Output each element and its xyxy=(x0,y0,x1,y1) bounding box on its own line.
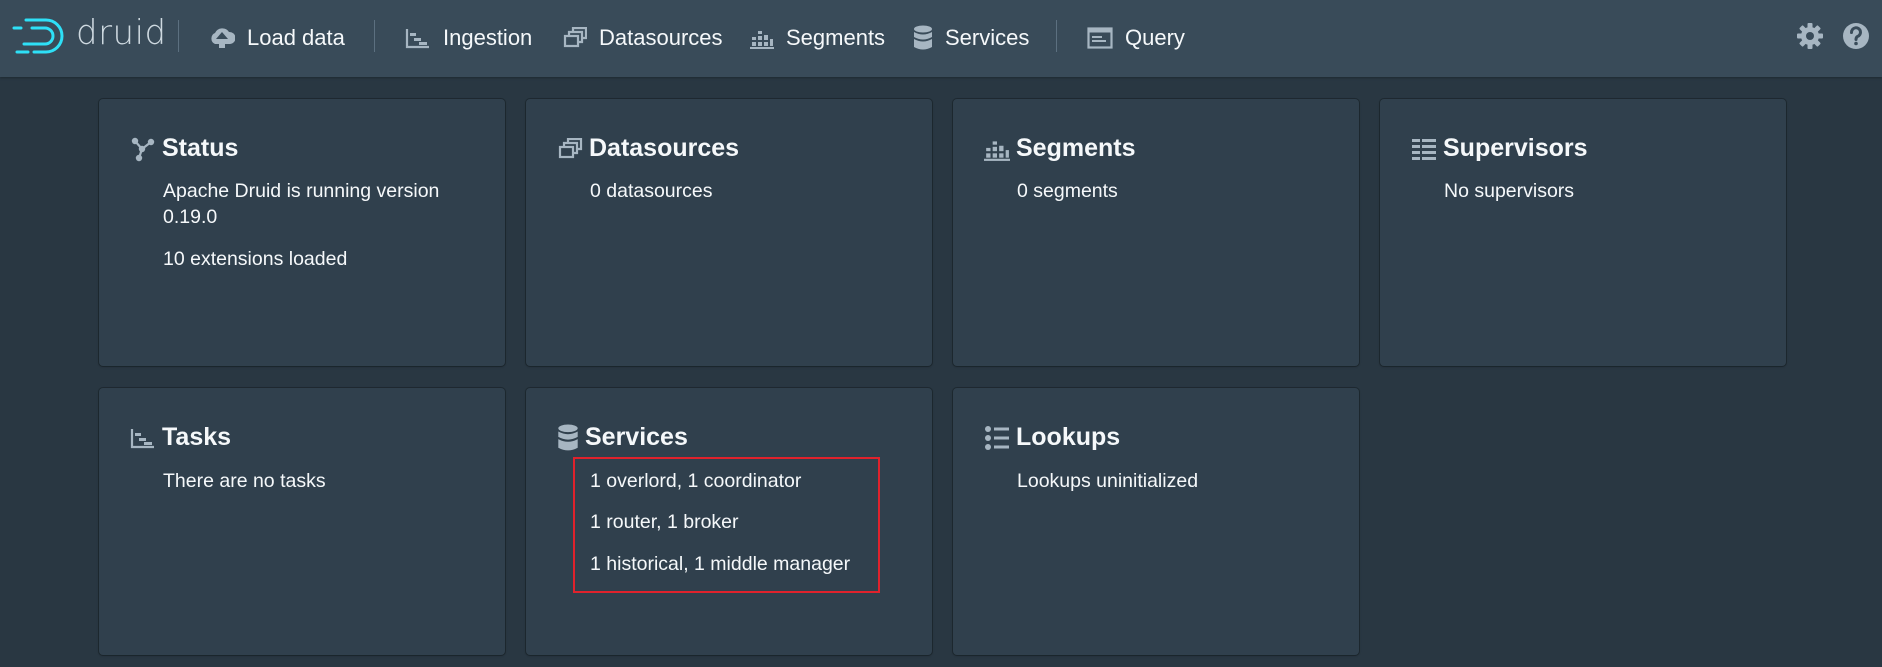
status-version-text: Apache Druid is running version xyxy=(163,180,440,202)
druid-logo-icon xyxy=(12,18,64,54)
supervisors-card-title: Supervisors xyxy=(1411,134,1588,163)
segments-tab[interactable]: Segments xyxy=(750,18,885,58)
datasources-card-title: Datasources xyxy=(557,134,739,163)
lookups-status-text: Lookups uninitialized xyxy=(1017,470,1199,492)
properties-icon xyxy=(985,425,1009,450)
top-navbar: druid Load data Ingestion Datasources Se… xyxy=(0,0,1882,77)
lookups-title: Lookups xyxy=(1016,423,1121,451)
gantt-chart-icon xyxy=(405,29,429,49)
lookups-card[interactable]: Lookups Lookups uninitialized xyxy=(953,388,1359,655)
supervisors-card[interactable]: Supervisors No supervisors xyxy=(1380,99,1786,366)
tasks-card-title: Tasks xyxy=(130,423,231,452)
list-columns-icon xyxy=(1412,138,1436,160)
stacked-chart-icon xyxy=(984,140,1010,161)
datasources-label: Datasources xyxy=(599,25,723,50)
multi-select-icon xyxy=(558,137,583,158)
status-extensions-text: 10 extensions loaded xyxy=(163,248,348,270)
help-button[interactable] xyxy=(1842,22,1870,55)
database-icon xyxy=(914,25,932,50)
segments-card[interactable]: Segments 0 segments xyxy=(953,99,1359,366)
services-label: Services xyxy=(945,25,1030,50)
segments-title: Segments xyxy=(1016,134,1136,162)
segments-count-text: 0 segments xyxy=(1017,180,1118,202)
logo-text: druid xyxy=(76,13,167,53)
status-title: Status xyxy=(162,134,239,162)
datasources-tab[interactable]: Datasources xyxy=(563,18,723,58)
services-tab[interactable]: Services xyxy=(913,18,1029,58)
gantt-chart-icon xyxy=(130,428,154,448)
datasources-card[interactable]: Datasources 0 datasources xyxy=(526,99,932,366)
ingestion-tab[interactable]: Ingestion xyxy=(405,18,532,58)
application-icon xyxy=(1087,27,1113,49)
supervisors-status-text: No supervisors xyxy=(1444,180,1575,202)
datasources-count-text: 0 datasources xyxy=(590,180,713,202)
query-label: Query xyxy=(1125,25,1185,50)
nav-divider xyxy=(178,20,179,52)
supervisors-title: Supervisors xyxy=(1443,134,1588,162)
settings-button[interactable] xyxy=(1796,22,1824,55)
nav-divider xyxy=(374,20,375,52)
services-title: Services xyxy=(585,423,688,451)
ingestion-label: Ingestion xyxy=(443,25,533,50)
tasks-title: Tasks xyxy=(162,423,232,451)
stacked-chart-icon xyxy=(750,31,774,49)
database-icon xyxy=(558,424,578,450)
lookups-card-title: Lookups xyxy=(984,423,1120,452)
druid-logo[interactable]: druid xyxy=(12,13,167,56)
cloud-upload-icon xyxy=(211,28,235,48)
query-tab[interactable]: Query xyxy=(1087,18,1185,58)
graph-icon xyxy=(131,137,155,161)
status-card-title: Status xyxy=(130,134,238,163)
cog-icon xyxy=(1797,23,1823,49)
nav-divider xyxy=(1056,20,1057,52)
help-icon xyxy=(1843,23,1869,49)
tasks-card[interactable]: Tasks There are no tasks xyxy=(99,388,505,655)
datasources-title: Datasources xyxy=(589,134,740,162)
segments-label: Segments xyxy=(786,25,886,50)
load-data-label: Load data xyxy=(247,25,345,50)
multi-select-icon xyxy=(563,27,587,48)
status-card[interactable]: Status Apache Druid is running version 0… xyxy=(99,99,505,366)
segments-card-title: Segments xyxy=(984,134,1135,163)
services-line-overlord-coordinator: 1 overlord, 1 coordinator xyxy=(590,470,802,492)
services-line-historical-middle-manager: 1 historical, 1 middle manager xyxy=(590,553,851,575)
services-card[interactable]: Services 1 overlord, 1 coordinator 1 rou… xyxy=(526,388,932,655)
status-version-number: 0.19.0 xyxy=(163,206,218,228)
services-line-router-broker: 1 router, 1 broker xyxy=(590,511,739,533)
tasks-status-text: There are no tasks xyxy=(163,470,326,492)
services-card-title: Services xyxy=(557,423,688,452)
load-data-button[interactable]: Load data xyxy=(209,18,345,58)
